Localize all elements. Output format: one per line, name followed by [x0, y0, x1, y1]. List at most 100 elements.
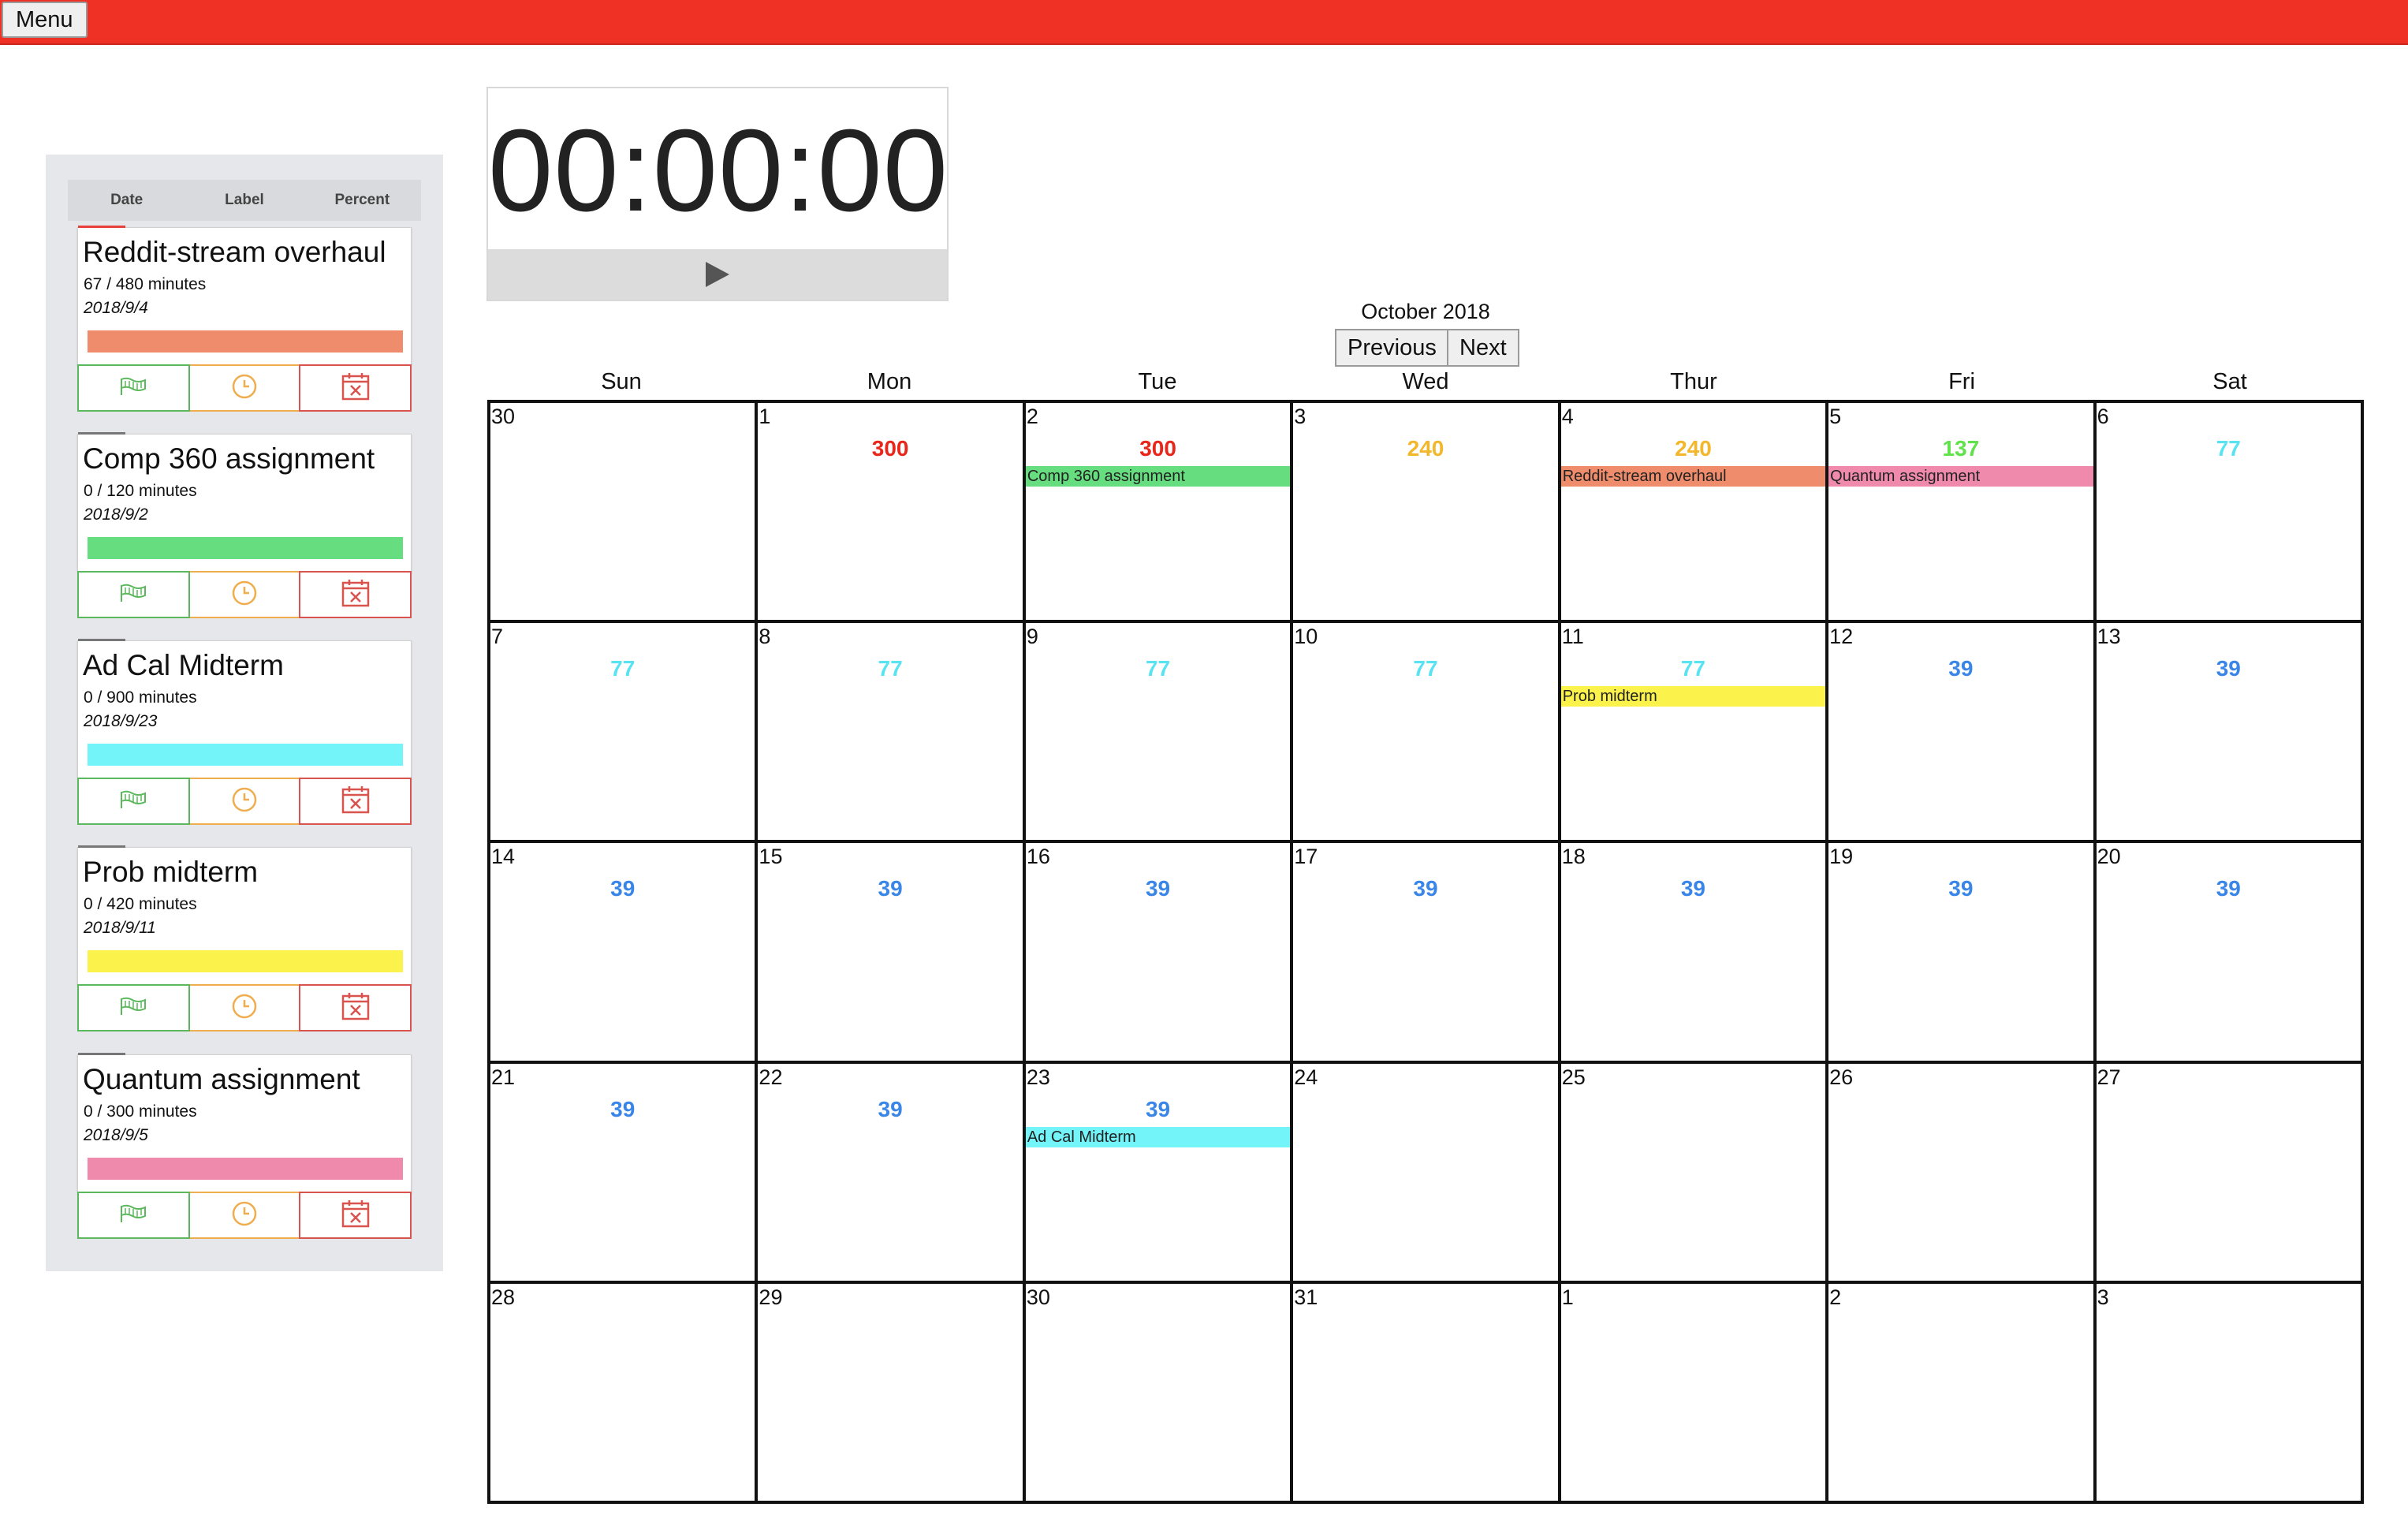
task-body[interactable]: Quantum assignment 0 / 300 minutes 2018/9/…: [77, 1053, 412, 1193]
calendar-day-cell[interactable]: 12 39: [1827, 621, 2095, 842]
event-bar[interactable]: Comp 360 assignment: [1025, 466, 1291, 487]
event-bar[interactable]: Ad Cal Midterm: [1025, 1126, 1291, 1147]
task-body[interactable]: Reddit-stream overhaul 67 / 480 minutes 20…: [77, 226, 412, 366]
task-card[interactable]: Ad Cal Midterm 0 / 900 minutes 2018/9/23: [77, 639, 412, 828]
day-number: 2: [1829, 1285, 1842, 1309]
calendar-day-cell[interactable]: 30: [1023, 1281, 1292, 1502]
calendar-day-cell[interactable]: 26: [1827, 1061, 2095, 1282]
calendar-day-cell[interactable]: 7 77: [489, 621, 757, 842]
planned-minutes: 77: [1680, 656, 1705, 681]
calendar-day-cell[interactable]: 10 77: [1292, 621, 1560, 842]
calendar-day-cell[interactable]: 3 240: [1292, 401, 1560, 622]
planned-minutes: 300: [1139, 436, 1176, 461]
calendar-day-cell[interactable]: 3: [2094, 1281, 2362, 1502]
clock-icon: [231, 786, 258, 817]
calendar-grid: 30 1 300 2 300 Comp 360 assignment 3 240 4 240 Red…: [487, 400, 2364, 1504]
delete-task-button[interactable]: [299, 364, 412, 412]
start-timer-button[interactable]: [189, 1192, 300, 1239]
finish-task-button[interactable]: [77, 1192, 190, 1239]
task-minutes: 0 / 420 minutes: [84, 895, 197, 913]
calendar-day-cell[interactable]: 4 240 Reddit-stream overhaul: [1559, 401, 1828, 622]
day-number: 23: [1026, 1065, 1050, 1089]
planned-minutes: 77: [2216, 436, 2241, 461]
sort-by-percent-button[interactable]: Percent: [304, 192, 420, 209]
finish-task-button[interactable]: [77, 364, 190, 412]
calendar-day-cell[interactable]: 29: [756, 1281, 1024, 1502]
calendar-day-cell[interactable]: 18 39: [1559, 841, 1828, 1062]
flag-icon: [119, 997, 147, 1020]
finish-task-button[interactable]: [77, 571, 190, 618]
sort-by-date-button[interactable]: Date: [69, 192, 185, 209]
next-month-button[interactable]: Next: [1447, 329, 1519, 367]
day-number: 8: [759, 625, 771, 649]
play-button[interactable]: [694, 251, 741, 298]
day-number: 31: [1294, 1285, 1318, 1309]
flag-icon: [119, 377, 147, 400]
previous-month-button[interactable]: Previous: [1335, 329, 1449, 367]
task-card[interactable]: Reddit-stream overhaul 67 / 480 minutes 20…: [77, 226, 412, 415]
day-number: 25: [1561, 1065, 1586, 1089]
task-body[interactable]: Prob midterm 0 / 420 minutes 2018/9/11: [77, 845, 412, 986]
finish-task-button[interactable]: [77, 778, 190, 825]
calendar-day-cell[interactable]: 20 39: [2094, 841, 2362, 1062]
calendar-day-cell[interactable]: 15 39: [756, 841, 1024, 1062]
calendar-day-cell[interactable]: 2 300 Comp 360 assignment: [1023, 401, 1292, 622]
event-bar[interactable]: Prob midterm: [1560, 686, 1826, 707]
planned-minutes: 77: [1145, 656, 1171, 681]
calendar-day-cell[interactable]: 13 39: [2094, 621, 2362, 842]
calendar-day-cell[interactable]: 1: [1559, 1281, 1828, 1502]
calendar-day-cell[interactable]: 22 39: [756, 1061, 1024, 1282]
calendar-day-cell[interactable]: 25: [1559, 1061, 1828, 1282]
calendar-day-cell[interactable]: 8 77: [756, 621, 1024, 842]
calendar-day-cell[interactable]: 11 77 Prob midterm: [1559, 621, 1828, 842]
menu-button[interactable]: Menu: [2, 2, 88, 38]
calendar-day-cell[interactable]: 17 39: [1292, 841, 1560, 1062]
day-number: 12: [1829, 625, 1854, 649]
task-actions: [77, 364, 412, 415]
task-body[interactable]: Comp 360 assignment 0 / 120 minutes 2018/9…: [77, 432, 412, 573]
delete-task-button[interactable]: [299, 1192, 412, 1239]
calendar-day-cell[interactable]: 31: [1292, 1281, 1560, 1502]
calendar-day-cell[interactable]: 16 39: [1023, 841, 1292, 1062]
calendar-day-cell[interactable]: 21 39: [489, 1061, 757, 1282]
start-timer-button[interactable]: [189, 984, 300, 1031]
task-body[interactable]: Ad Cal Midterm 0 / 900 minutes 2018/9/23: [77, 639, 412, 779]
day-number: 16: [1026, 845, 1050, 869]
task-title: Quantum assignment: [83, 1063, 360, 1095]
calendar-day-cell[interactable]: 19 39: [1827, 841, 2095, 1062]
calendar-day-cell[interactable]: 27: [2094, 1061, 2362, 1282]
start-timer-button[interactable]: [189, 364, 300, 412]
delete-task-button[interactable]: [299, 984, 412, 1031]
planned-minutes: 77: [878, 656, 903, 681]
start-timer-button[interactable]: [189, 571, 300, 618]
calendar-day-cell[interactable]: 14 39: [489, 841, 757, 1062]
weekday-fri: Fri: [1948, 369, 1975, 394]
task-card[interactable]: Quantum assignment 0 / 300 minutes 2018/9/…: [77, 1053, 412, 1242]
start-timer-button[interactable]: [189, 778, 300, 825]
calendar-day-cell[interactable]: 23 39 Ad Cal Midterm: [1023, 1061, 1292, 1282]
task-card[interactable]: Comp 360 assignment 0 / 120 minutes 2018/9…: [77, 432, 412, 621]
calendar-day-cell[interactable]: 28: [489, 1281, 757, 1502]
day-number: 20: [2097, 845, 2121, 869]
delete-task-button[interactable]: [299, 571, 412, 618]
calendar-day-cell[interactable]: 9 77: [1023, 621, 1292, 842]
calendar-day-cell[interactable]: 6 77: [2094, 401, 2362, 622]
sort-by-label-button[interactable]: Label: [186, 192, 303, 209]
task-color-bar: [88, 950, 403, 972]
finish-task-button[interactable]: [77, 984, 190, 1031]
calendar-day-cell[interactable]: 24: [1292, 1061, 1560, 1282]
calendar-day-cell[interactable]: 30: [489, 401, 757, 622]
calendar-day-cell[interactable]: 5 137 Quantum assignment: [1827, 401, 2095, 622]
delete-task-button[interactable]: [299, 778, 412, 825]
day-number: 30: [491, 405, 516, 428]
calendar-delete-icon: [341, 578, 371, 612]
task-card[interactable]: Prob midterm 0 / 420 minutes 2018/9/11: [77, 845, 412, 1035]
top-bar: Menu: [0, 0, 2408, 45]
event-bar[interactable]: Quantum assignment: [1828, 466, 2093, 487]
task-actions: [77, 984, 412, 1035]
calendar-day-cell[interactable]: 2: [1827, 1281, 2095, 1502]
calendar-day-cell[interactable]: 1 300: [756, 401, 1024, 622]
task-minutes: 67 / 480 minutes: [84, 275, 207, 293]
event-bar[interactable]: Reddit-stream overhaul: [1560, 466, 1826, 487]
planned-minutes: 300: [871, 436, 909, 461]
